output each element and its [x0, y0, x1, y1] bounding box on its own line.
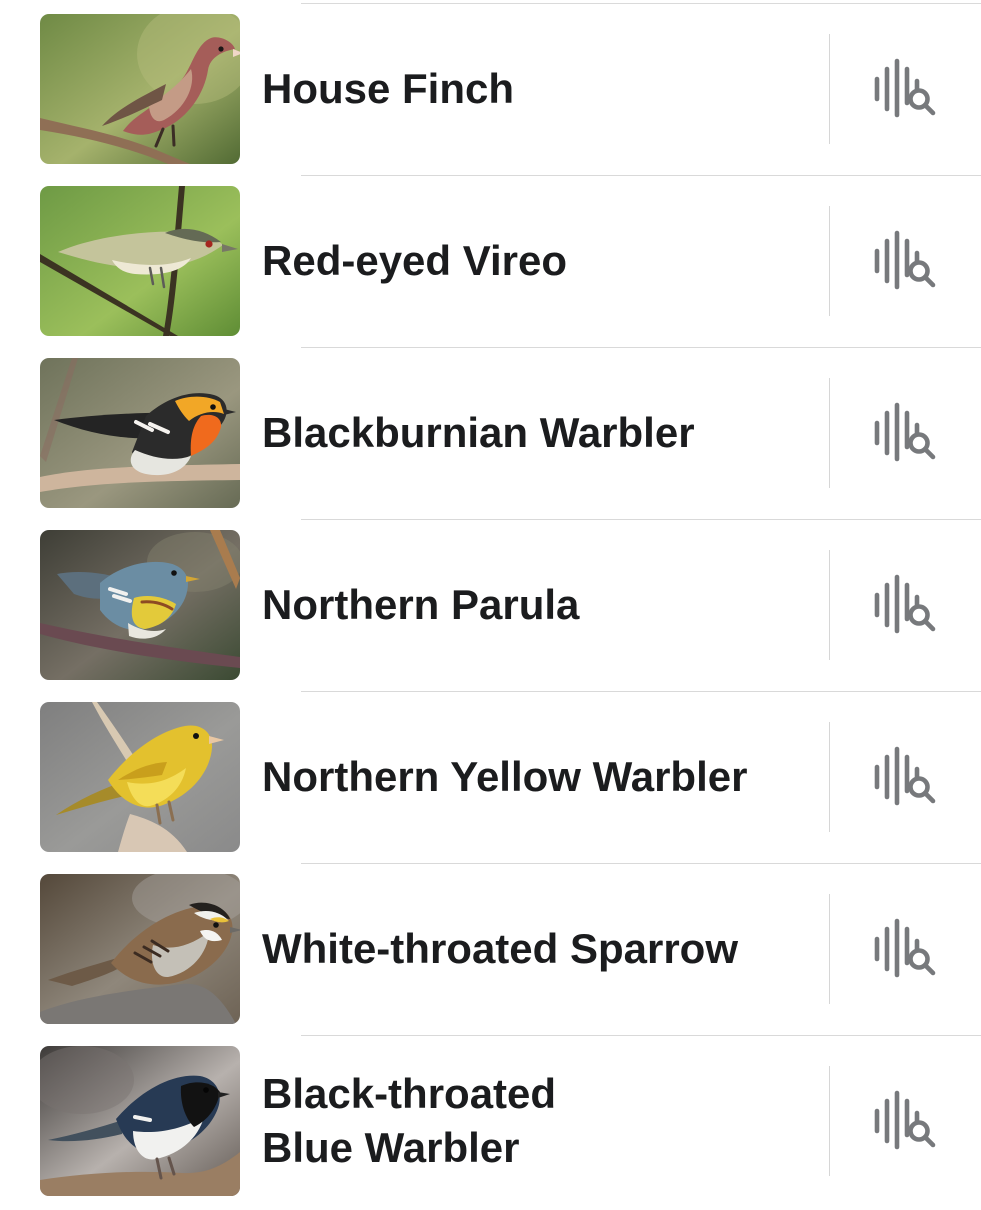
list-item-northern-parula[interactable]: Northern Parula [0, 516, 981, 692]
sound-search-icon[interactable] [868, 1090, 940, 1152]
sound-search-icon[interactable] [868, 918, 940, 980]
bird-name: Red-eyed Vireo [262, 172, 802, 350]
bird-name-text: Black-throated Blue Warbler [262, 1070, 557, 1171]
vertical-divider [829, 206, 830, 316]
bird-name: Northern Parula [262, 516, 802, 694]
sound-search-icon[interactable] [868, 230, 940, 292]
bird-name: Blackburnian Warbler [262, 344, 802, 522]
sound-search-icon[interactable] [868, 746, 940, 808]
list-item-white-throated-sparrow[interactable]: White-throated Sparrow [0, 860, 981, 1036]
bird-name: Northern Yellow Warbler [262, 688, 802, 866]
vertical-divider [829, 550, 830, 660]
bird-name-text: House Finch [262, 65, 515, 112]
bird-name: White-throated Sparrow [262, 860, 802, 1038]
list-item-northern-yellow-warbler[interactable]: Northern Yellow Warbler [0, 688, 981, 864]
sound-search-icon[interactable] [868, 402, 940, 464]
bird-name-text: Blackburnian Warbler [262, 409, 695, 456]
sound-search-icon[interactable] [868, 58, 940, 120]
bird-name: Black-throated Blue Warbler [262, 1032, 802, 1210]
northern-parula-photo [40, 530, 240, 680]
bird-name-text: White-throated Sparrow [262, 925, 739, 972]
vertical-divider [829, 378, 830, 488]
northern-yellow-warbler-photo [40, 702, 240, 852]
bird-species-list: House Finch Red-eyed Vireo Blackburnian … [0, 0, 981, 1200]
vertical-divider [829, 1066, 830, 1176]
bird-name-text: Northern Yellow Warbler [262, 753, 748, 800]
house-finch-photo [40, 14, 240, 164]
red-eyed-vireo-photo [40, 186, 240, 336]
list-item-red-eyed-vireo[interactable]: Red-eyed Vireo [0, 172, 981, 348]
vertical-divider [829, 722, 830, 832]
list-item-house-finch[interactable]: House Finch [0, 0, 981, 176]
list-item-black-throated-blue-warbler[interactable]: Black-throated Blue Warbler [0, 1032, 981, 1204]
bird-name-text: Northern Parula [262, 581, 580, 628]
blackburnian-warbler-photo [40, 358, 240, 508]
bird-name-text: Red-eyed Vireo [262, 237, 568, 284]
bird-name: House Finch [262, 0, 802, 178]
black-throated-blue-warbler-photo [40, 1046, 240, 1196]
list-item-blackburnian-warbler[interactable]: Blackburnian Warbler [0, 344, 981, 520]
vertical-divider [829, 34, 830, 144]
white-throated-sparrow-photo [40, 874, 240, 1024]
vertical-divider [829, 894, 830, 1004]
sound-search-icon[interactable] [868, 574, 940, 636]
